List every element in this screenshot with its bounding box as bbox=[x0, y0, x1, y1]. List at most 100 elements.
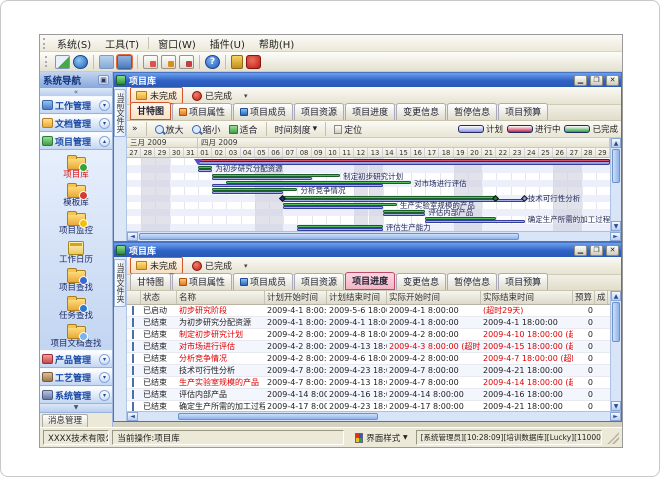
exit-icon[interactable] bbox=[246, 55, 261, 69]
restore-icon[interactable]: ❐ bbox=[590, 245, 603, 256]
column-header-计划结束时间[interactable]: 计划结束时间 bbox=[327, 291, 387, 304]
table-row[interactable]: 已启动初步研究阶段2009-4-1 8:00:002009-5-6 18:00:… bbox=[127, 305, 610, 317]
tab-项目资源[interactable]: 项目资源 bbox=[294, 273, 344, 290]
scroll-up-icon[interactable]: ▲ bbox=[611, 138, 621, 148]
gantt-bar-done-制定初步研究计划[interactable] bbox=[212, 174, 340, 177]
expand-icon[interactable]: ▾ bbox=[99, 118, 110, 129]
column-header-状态[interactable]: 状态 bbox=[141, 291, 177, 304]
gantt-bar-done-评估生产能力[interactable] bbox=[297, 225, 382, 228]
toolbar-overflow-icon[interactable]: ▾ bbox=[241, 262, 251, 270]
scroll-left-icon[interactable]: ◄ bbox=[127, 232, 138, 241]
sidebar-item-项目查找[interactable]: 项目查找 bbox=[40, 266, 112, 294]
scroll-down-icon[interactable]: ▼ bbox=[611, 401, 621, 411]
help-icon[interactable]: ? bbox=[205, 55, 220, 69]
gantt-bar-plan-对市场进行评估[interactable] bbox=[212, 184, 382, 187]
table-row[interactable]: 已结束生产实验室规模的产品2009-4-7 8:00:002009-4-13 1… bbox=[127, 377, 610, 389]
remote-desktop-icon[interactable] bbox=[55, 55, 70, 69]
toolbar-overflow-icon[interactable]: ▾ bbox=[241, 92, 251, 100]
finished-filter-button[interactable]: 已完成 bbox=[186, 87, 238, 104]
resize-grip[interactable] bbox=[607, 432, 619, 444]
gantt-bar-done-为初步研究分配资源[interactable] bbox=[198, 166, 212, 169]
table-row[interactable]: 已结束分析竞争情况2009-4-2 8:00:002009-4-6 18:00:… bbox=[127, 353, 610, 365]
report-edit-icon[interactable] bbox=[161, 55, 176, 69]
table-row[interactable]: 已结束对市场进行评估2009-4-2 8:00:002009-4-13 18:0… bbox=[127, 341, 610, 353]
gantt-horizontal-scrollbar[interactable]: ◄ ► bbox=[127, 231, 621, 241]
sidebar-section-工艺管理[interactable]: 工艺管理▾ bbox=[40, 368, 112, 386]
column-header-成[interactable]: 成 bbox=[595, 291, 608, 304]
table-vertical-scrollbar[interactable]: ▲ ▼ bbox=[610, 291, 621, 411]
gantt-bar-done-技术可行性分析[interactable] bbox=[283, 196, 496, 199]
gantt-bar-plan-为初步研究分配资源[interactable] bbox=[198, 169, 212, 172]
collapse-icon[interactable]: ▴ bbox=[99, 136, 110, 147]
expand-icon[interactable]: ▾ bbox=[99, 390, 110, 401]
sidebar-item-工作日历[interactable]: 工作日历 bbox=[40, 237, 112, 266]
gantt-bar-plan-生产实验室规模的产品[interactable] bbox=[283, 206, 382, 209]
column-header-预算[interactable]: 预算 bbox=[573, 291, 595, 304]
gantt-bar-plan-评估生产能力[interactable] bbox=[297, 228, 382, 231]
column-header-selector[interactable] bbox=[127, 291, 141, 304]
gantt-vertical-scrollbar[interactable]: ▲ ▼ bbox=[610, 138, 621, 231]
sidebar-section-文档管理[interactable]: 文档管理▾ bbox=[40, 114, 112, 132]
tab-暂停信息[interactable]: 暂停信息 bbox=[447, 103, 497, 120]
report-delete-icon[interactable] bbox=[179, 55, 194, 69]
gantt-bar-done-分析竞争情况[interactable] bbox=[212, 188, 297, 191]
column-header-名称[interactable]: 名称 bbox=[177, 291, 265, 304]
globe-icon[interactable] bbox=[73, 55, 88, 69]
current-folder-tab[interactable]: 当前文件夹 bbox=[114, 89, 126, 137]
sidebar-item-项目文档查找[interactable]: 项目文档查找 bbox=[40, 322, 112, 350]
tab-变更信息[interactable]: 变更信息 bbox=[396, 273, 446, 290]
scroll-down-icon[interactable]: ▼ bbox=[611, 221, 621, 231]
zoom-out-button[interactable]: 缩小 bbox=[190, 123, 223, 136]
column-header-实际结束时间[interactable]: 实际结束时间 bbox=[481, 291, 573, 304]
sidebar-section-工作管理[interactable]: 工作管理▾ bbox=[40, 96, 112, 114]
menu-item-1[interactable]: 系统(S) bbox=[50, 35, 98, 52]
expand-icon[interactable]: ▾ bbox=[99, 100, 110, 111]
gantt-bar-done-确定生产所需的加工过程[interactable] bbox=[425, 217, 496, 220]
scroll-left-icon[interactable]: ◄ bbox=[127, 412, 138, 421]
gantt-bar-active-初步研究阶段[interactable] bbox=[198, 159, 610, 162]
tab-项目资源[interactable]: 项目资源 bbox=[294, 103, 344, 120]
gantt-bar-done-对市场进行评估[interactable] bbox=[226, 181, 411, 184]
nav-collapse-strip[interactable]: « bbox=[40, 88, 112, 96]
scroll-right-icon[interactable]: ► bbox=[610, 232, 621, 241]
tab-项目成员[interactable]: 项目成员 bbox=[233, 273, 293, 290]
lock-icon[interactable] bbox=[231, 55, 243, 69]
tab-项目属性[interactable]: 项目属性 bbox=[172, 103, 232, 120]
gantt-bar-plan-分析竞争情况[interactable] bbox=[212, 191, 283, 194]
scroll-right-icon[interactable]: ► bbox=[610, 412, 621, 421]
minimize-icon[interactable]: ▁ bbox=[574, 245, 587, 256]
table-row[interactable]: 已结束为初步研究分配资源2009-4-1 8:00:002009-4-1 18:… bbox=[127, 317, 610, 329]
interface-style-button[interactable]: 界面样式 ▼ bbox=[350, 430, 413, 445]
gantt-bar-plan-评估内部产品[interactable] bbox=[383, 213, 426, 216]
toolbar-grip[interactable] bbox=[45, 56, 49, 67]
sidebar-item-模板库[interactable]: 模板库 bbox=[40, 181, 112, 209]
zoom-in-button[interactable]: 放大 bbox=[153, 123, 186, 136]
expand-icon[interactable]: ▾ bbox=[99, 372, 110, 383]
unfinished-filter-button[interactable]: 未完成 bbox=[130, 257, 183, 274]
menu-item-2[interactable]: 工具(T) bbox=[98, 35, 146, 52]
table-horizontal-scrollbar[interactable]: ◄ ► bbox=[127, 411, 621, 421]
tab-甘特图[interactable]: 甘特图 bbox=[130, 273, 171, 290]
tab-项目属性[interactable]: 项目属性 bbox=[172, 273, 232, 290]
sidebar-item-项目监控[interactable]: 项目监控 bbox=[40, 209, 112, 237]
sidebar-item-任务查找[interactable]: 任务查找 bbox=[40, 294, 112, 322]
locate-button[interactable]: 定位 bbox=[332, 123, 364, 136]
gantt-bar-plan-制定初步研究计划[interactable] bbox=[212, 177, 311, 180]
sidebar-section-项目管理[interactable]: 项目管理▴ bbox=[40, 132, 112, 150]
column-header-计划开始时间[interactable]: 计划开始时间 bbox=[265, 291, 327, 304]
expand-icon[interactable]: ▾ bbox=[99, 354, 110, 365]
tab-项目进度[interactable]: 项目进度 bbox=[345, 272, 395, 290]
gantt-bar-plan-确定生产所需的加工过程[interactable] bbox=[425, 220, 524, 223]
table-row[interactable]: 已结束技术可行性分析2009-4-7 8:00:002009-4-23 18:0… bbox=[127, 365, 610, 377]
tab-变更信息[interactable]: 变更信息 bbox=[396, 103, 446, 120]
minimize-icon[interactable]: ▁ bbox=[574, 75, 587, 86]
tab-暂停信息[interactable]: 暂停信息 bbox=[447, 273, 497, 290]
save-icon[interactable] bbox=[117, 55, 132, 69]
finished-filter-button[interactable]: 已完成 bbox=[186, 257, 238, 274]
column-header-实际开始时间[interactable]: 实际开始时间 bbox=[387, 291, 481, 304]
tab-message-management[interactable]: 消息管理 bbox=[42, 414, 88, 427]
tab-项目进度[interactable]: 项目进度 bbox=[345, 103, 395, 120]
scroll-up-icon[interactable]: ▲ bbox=[611, 291, 621, 301]
sidebar-item-项目库[interactable]: 项目库 bbox=[40, 153, 112, 181]
nav-pin-icon[interactable]: ▣ bbox=[98, 75, 109, 85]
